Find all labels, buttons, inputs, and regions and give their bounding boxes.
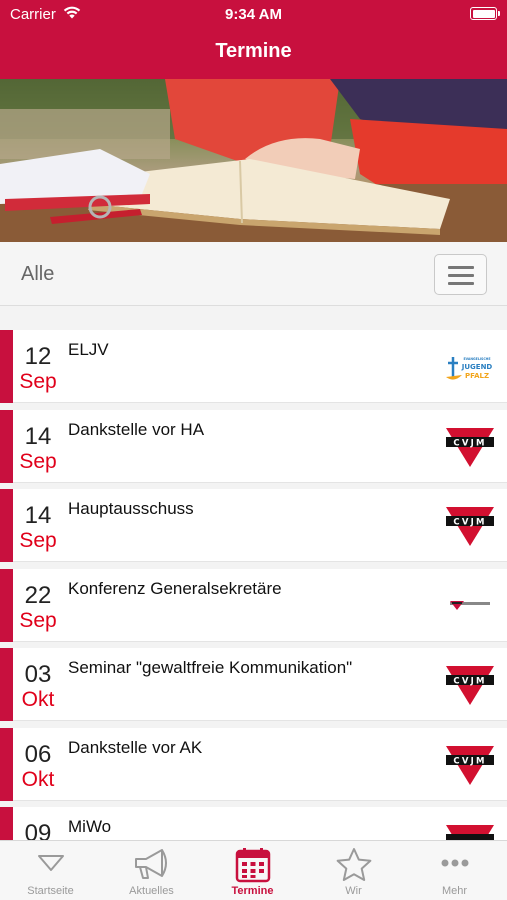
event-row[interactable]: 12 Sep ELJV EVANGELISCHE JUGEND PFALZ [0,330,507,403]
event-title: Dankstelle vor HA [68,419,205,439]
event-title: ELJV [68,340,109,359]
star-icon [336,848,371,881]
tab-label: Aktuelles [129,885,174,897]
logo-text: PFALZ [465,372,489,380]
event-month: Okt [21,688,55,711]
event-day: 12 [24,343,52,370]
filter-selection[interactable]: Alle [21,263,54,286]
filter-bar: Alle [0,242,507,306]
tab-startseite[interactable]: Startseite [0,841,101,900]
logo-text: JUGEND [461,363,493,371]
calendar-icon [235,848,270,883]
event-row[interactable]: 03 Okt Seminar "gewaltfreie Kommunikation"… [0,648,507,721]
cvjm-pfalz-logo: CVJMPfalz [446,427,494,467]
event-title: MiWo [68,817,112,836]
event-accent-bar [0,807,13,840]
filter-menu-button[interactable] [434,254,487,295]
event-title: Seminar "gewaltfreie Kommunikation" [68,658,353,677]
logo-text: CVJM [453,677,486,687]
event-row[interactable]: 14 Sep Hauptausschuss CVJM Pfalz [0,489,507,562]
event-title: Dankstelle vor AK [68,737,203,757]
event-accent-bar [0,489,13,562]
tab-label: Startseite [27,885,74,897]
event-title: Konferenz Generalsekretäre [68,578,282,598]
event-day: 22 [24,581,52,609]
tab-wir[interactable]: Wir [303,841,404,900]
event-month: Sep [19,608,57,632]
event-day: 06 [24,740,52,768]
cvjm-pfalz-logo: CVJMPfalz [446,666,494,705]
event-day: 09 [24,820,52,840]
home-triangle-icon [37,855,64,871]
event-accent-bar [0,568,13,642]
page-title: Termine [215,40,292,62]
status-bar: Carrier 9:34 AM [0,0,507,30]
hamburger-icon-line [448,274,474,277]
logo-text: CVJM [453,438,486,448]
battery-icon [470,7,500,20]
more-dots-icon [441,859,468,867]
event-row[interactable]: 06 Okt Dankstelle vor AK CVJM Pfalz [0,727,507,801]
nav-header: Carrier 9:34 AM Termine [0,0,507,79]
cvjm-pfalz-logo: CVJMPfalz [446,507,494,546]
event-day: 14 [24,502,52,529]
event-accent-bar [0,409,13,483]
hamburger-icon [448,266,474,269]
hero-image [0,79,507,242]
event-day: 14 [24,422,52,450]
event-month: Sep [19,449,57,473]
tab-label: Termine [231,885,274,897]
cvjm-small-logo [450,600,490,610]
tab-label: Mehr [441,885,468,897]
event-row[interactable]: 14 Sep Dankstelle vor HA CVJM Pfalz [0,409,507,483]
tab-aktuelles[interactable]: Aktuelles [101,841,202,900]
megaphone-icon [134,849,167,879]
event-month: Okt [21,767,55,791]
cvjm-pfalz-logo [446,825,494,840]
evangelische-jugend-pfalz-logo: EVANGELISCHE JUGENDPFALZ [446,357,493,380]
logo-text: CVJM [453,518,486,528]
event-accent-bar [0,727,13,801]
logo-text: EVANGELISCHE [463,357,490,361]
open-book-photo [0,79,507,242]
clock: 9:34 AM [225,6,282,23]
event-accent-bar [0,648,13,721]
event-day: 03 [24,661,52,688]
logo-text: CVJM [453,756,486,766]
event-title: Hauptausschuss [68,499,194,518]
tab-label: Wir [345,885,362,897]
event-month: Sep [19,529,57,552]
tab-bar: Startseite Aktuelles Termine Wir Mehr [0,840,507,900]
event-accent-bar [0,330,13,403]
hamburger-icon-line [448,282,474,285]
event-month: Sep [19,370,57,393]
event-row[interactable]: 22 Sep Konferenz Generalsekretäre [0,568,507,642]
event-list: 12 Sep ELJV EVANGELISCHE JUGEND PFALZ 14 Sep Dan… [0,330,507,840]
event-row[interactable]: 09 MiWo [0,807,507,840]
tab-termine[interactable]: Termine [202,841,303,900]
cvjm-pfalz-logo: CVJMPfalz [446,745,494,785]
tab-mehr[interactable]: Mehr [404,841,505,900]
